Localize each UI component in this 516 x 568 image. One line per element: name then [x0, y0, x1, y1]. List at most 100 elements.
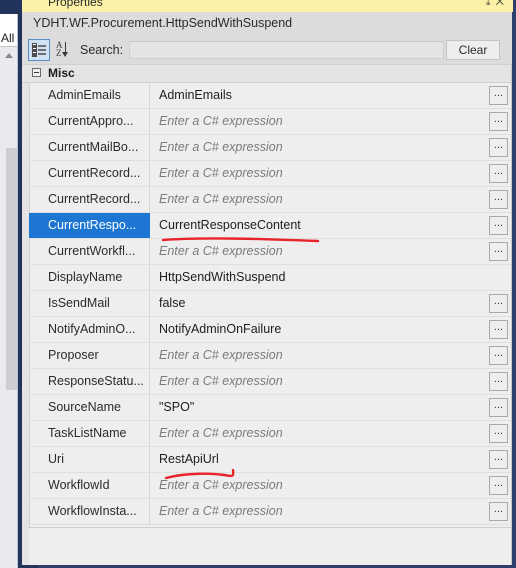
- property-row[interactable]: CurrentAppro... Enter a C# expression...: [29, 109, 512, 135]
- property-ellipsis-button[interactable]: ...: [489, 372, 508, 391]
- property-row[interactable]: TaskListName Enter a C# expression...: [29, 421, 512, 447]
- property-ellipsis-button[interactable]: ...: [489, 450, 508, 469]
- selected-object-name: YDHT.WF.Procurement.HttpSendWithSuspend: [33, 16, 293, 30]
- property-ellipsis-button[interactable]: ...: [489, 112, 508, 131]
- categorized-view-button[interactable]: [28, 39, 50, 61]
- window-controls[interactable]: ⤓✕: [486, 0, 509, 10]
- property-value[interactable]: Enter a C# expression: [151, 109, 512, 134]
- category-row-misc[interactable]: Misc: [22, 65, 512, 83]
- close-icon[interactable]: ✕: [496, 0, 509, 8]
- property-name[interactable]: SourceName: [29, 395, 150, 420]
- ellipsis-icon: ...: [493, 243, 504, 255]
- pin-icon[interactable]: ⤓: [486, 0, 496, 8]
- property-row[interactable]: DisplayName HttpSendWithSuspend: [29, 265, 512, 291]
- collapse-expander-icon[interactable]: [32, 68, 41, 77]
- properties-panel: YDHT.WF.Procurement.HttpSendWithSuspend …: [22, 12, 512, 565]
- categorized-view-icon: [32, 43, 46, 57]
- property-row[interactable]: IsSendMail false...: [29, 291, 512, 317]
- property-value[interactable]: Enter a C# expression: [151, 421, 512, 446]
- properties-window-screenshot: All Properties ⤓✕ YDHT.WF.Procurement.Ht…: [0, 0, 516, 568]
- property-value[interactable]: Enter a C# expression: [151, 161, 512, 186]
- window-title: Properties: [48, 0, 103, 9]
- property-name[interactable]: WorkflowId: [29, 473, 150, 498]
- property-ellipsis-button[interactable]: ...: [489, 346, 508, 365]
- property-name[interactable]: CurrentRecord...: [29, 161, 150, 186]
- property-ellipsis-button[interactable]: ...: [489, 242, 508, 261]
- property-name[interactable]: AdminEmails: [29, 83, 150, 108]
- ellipsis-icon: ...: [493, 347, 504, 359]
- alphabetical-sort-button[interactable]: A Z: [54, 39, 76, 61]
- property-value[interactable]: Enter a C# expression: [151, 135, 512, 160]
- property-ellipsis-button[interactable]: ...: [489, 320, 508, 339]
- property-row[interactable]: WorkflowId Enter a C# expression...: [29, 473, 512, 499]
- ellipsis-icon: ...: [493, 425, 504, 437]
- property-name[interactable]: CurrentRespo...: [29, 213, 150, 238]
- property-name[interactable]: DisplayName: [29, 265, 150, 290]
- tab-all[interactable]: All: [0, 31, 18, 45]
- property-name[interactable]: Proposer: [29, 343, 150, 368]
- property-row[interactable]: CurrentWorkfl... Enter a C# expression...: [29, 239, 512, 265]
- property-ellipsis-button[interactable]: ...: [489, 398, 508, 417]
- ellipsis-icon: ...: [493, 451, 504, 463]
- panel-right-edge: [511, 65, 512, 565]
- property-value[interactable]: Enter a C# expression: [151, 187, 512, 212]
- property-ellipsis-button[interactable]: ...: [489, 190, 508, 209]
- property-row[interactable]: Proposer Enter a C# expression...: [29, 343, 512, 369]
- background-pane-tabstrip[interactable]: All: [0, 14, 18, 47]
- property-row[interactable]: WorkflowInsta... Enter a C# expression...: [29, 499, 512, 525]
- background-pane-scrollbar[interactable]: [3, 62, 18, 466]
- property-value[interactable]: false: [151, 291, 512, 316]
- ellipsis-icon: ...: [493, 217, 504, 229]
- ellipsis-icon: ...: [493, 477, 504, 489]
- property-row[interactable]: NotifyAdminO... NotifyAdminOnFailure...: [29, 317, 512, 343]
- property-grid: Misc AdminEmails AdminEmails... CurrentApp…: [22, 64, 512, 565]
- property-ellipsis-button[interactable]: ...: [489, 138, 508, 157]
- window-titlebar[interactable]: Properties ⤓✕: [22, 0, 513, 12]
- property-value[interactable]: Enter a C# expression: [151, 369, 512, 394]
- scroll-up-arrow-icon[interactable]: [3, 50, 16, 61]
- property-row[interactable]: SourceName "SPO"...: [29, 395, 512, 421]
- property-value[interactable]: NotifyAdminOnFailure: [151, 317, 512, 342]
- category-label: Misc: [48, 66, 75, 80]
- property-value[interactable]: CurrentResponseContent: [151, 213, 512, 238]
- property-value[interactable]: "SPO": [151, 395, 512, 420]
- property-value[interactable]: HttpSendWithSuspend: [151, 265, 512, 290]
- property-value[interactable]: Enter a C# expression: [151, 473, 512, 498]
- property-row[interactable]: CurrentRespo... CurrentResponseContent...: [29, 213, 512, 239]
- property-row[interactable]: CurrentRecord... Enter a C# expression...: [29, 187, 512, 213]
- property-row[interactable]: ResponseStatu... Enter a C# expression...: [29, 369, 512, 395]
- property-name[interactable]: NotifyAdminO...: [29, 317, 150, 342]
- search-input[interactable]: [129, 41, 444, 59]
- property-name[interactable]: CurrentWorkfl...: [29, 239, 150, 264]
- property-ellipsis-button[interactable]: ...: [489, 424, 508, 443]
- property-name[interactable]: CurrentRecord...: [29, 187, 150, 212]
- property-ellipsis-button[interactable]: ...: [489, 476, 508, 495]
- property-row[interactable]: AdminEmails AdminEmails...: [29, 83, 512, 109]
- property-name[interactable]: TaskListName: [29, 421, 150, 446]
- property-ellipsis-button[interactable]: ...: [489, 502, 508, 521]
- property-name[interactable]: ResponseStatu...: [29, 369, 150, 394]
- ellipsis-icon: ...: [493, 295, 504, 307]
- property-name[interactable]: CurrentAppro...: [29, 109, 150, 134]
- property-value[interactable]: Enter a C# expression: [151, 343, 512, 368]
- clear-button[interactable]: Clear: [446, 40, 500, 60]
- property-value[interactable]: AdminEmails: [151, 83, 512, 108]
- property-value[interactable]: RestApiUrl: [151, 447, 512, 472]
- property-row[interactable]: CurrentRecord... Enter a C# expression...: [29, 161, 512, 187]
- property-row[interactable]: CurrentMailBo... Enter a C# expression...: [29, 135, 512, 161]
- property-row[interactable]: Uri RestApiUrl...: [29, 447, 512, 473]
- property-name[interactable]: Uri: [29, 447, 150, 472]
- property-name[interactable]: WorkflowInsta...: [29, 499, 150, 524]
- property-ellipsis-button[interactable]: ...: [489, 86, 508, 105]
- property-name[interactable]: IsSendMail: [29, 291, 150, 316]
- property-value[interactable]: Enter a C# expression: [151, 239, 512, 264]
- property-ellipsis-button[interactable]: ...: [489, 164, 508, 183]
- ellipsis-icon: ...: [493, 399, 504, 411]
- ellipsis-icon: ...: [493, 139, 504, 151]
- property-ellipsis-button[interactable]: ...: [489, 216, 508, 235]
- property-grid-empty-area: [29, 527, 512, 565]
- property-name[interactable]: CurrentMailBo...: [29, 135, 150, 160]
- search-label: Search:: [80, 43, 124, 57]
- property-ellipsis-button[interactable]: ...: [489, 294, 508, 313]
- property-value[interactable]: Enter a C# expression: [151, 499, 512, 524]
